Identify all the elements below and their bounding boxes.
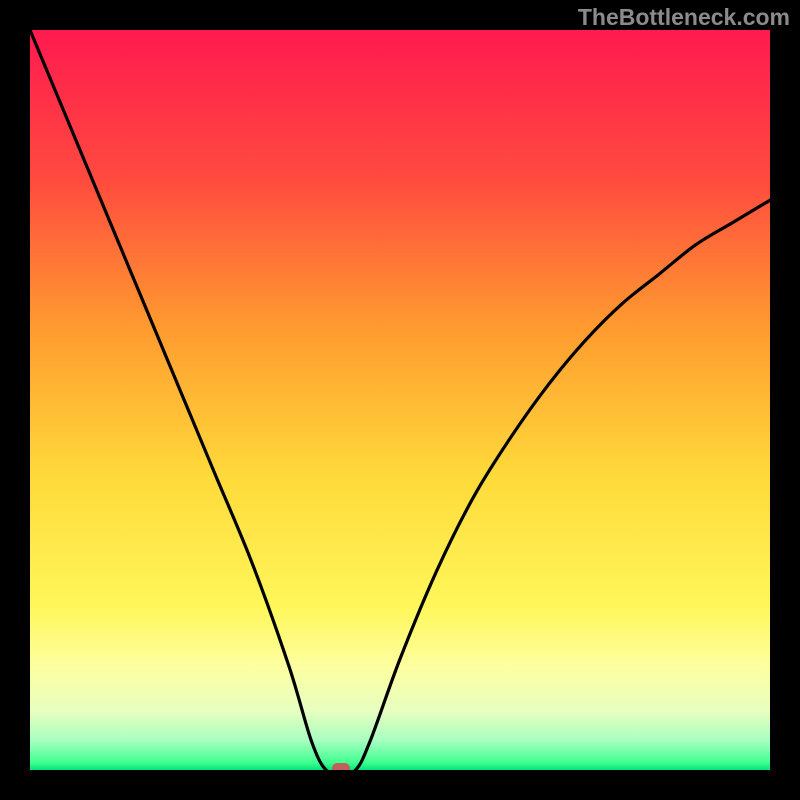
chart-frame: TheBottleneck.com [0, 0, 800, 800]
bottleneck-curve [30, 30, 770, 770]
curve-layer [30, 30, 770, 770]
bottleneck-marker [332, 763, 350, 770]
plot-area [30, 30, 770, 770]
watermark-text: TheBottleneck.com [578, 4, 790, 31]
